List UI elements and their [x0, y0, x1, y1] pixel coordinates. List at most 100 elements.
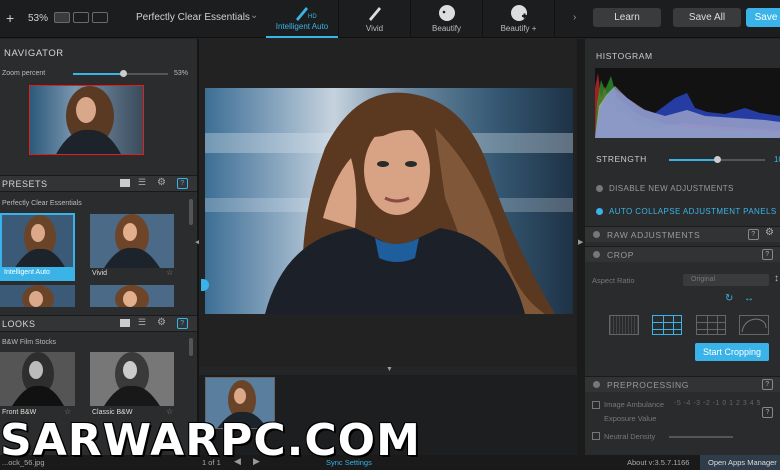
preset-thumbnail[interactable] [90, 285, 174, 307]
zoom-level: 53% [28, 13, 49, 24]
grid-overlay-spiral[interactable] [739, 315, 769, 335]
histogram [595, 68, 780, 138]
open-apps-manager-button[interactable]: Open Apps Manager [700, 455, 780, 470]
portrait-thumbnail [12, 352, 64, 406]
save-button[interactable]: Save [746, 8, 780, 27]
raw-adjustments-header[interactable]: RAW ADJUSTMENTS ? ⚙ [585, 226, 780, 242]
gear-icon[interactable]: ⚙ [765, 227, 775, 238]
help-icon[interactable]: ? [177, 318, 188, 329]
preset-selector[interactable]: Perfectly Clear Essentials [136, 12, 250, 23]
right-divider[interactable] [577, 39, 585, 455]
image-ambulance-checkbox[interactable] [592, 401, 600, 409]
looks-header[interactable]: LOOKS ☰ ⚙ ? [0, 315, 197, 332]
preset-thumbnail-vivid[interactable] [90, 214, 174, 268]
zoom-slider-track[interactable] [73, 70, 168, 77]
looks-group-label: B&W Film Stocks [2, 339, 57, 346]
portrait-thumbnail [56, 86, 121, 154]
grid-overlay-grid[interactable] [696, 315, 726, 335]
disable-new-adjustments[interactable]: DISABLE NEW ADJUSTMENTS [609, 184, 734, 193]
grid-view-icon[interactable] [120, 179, 130, 187]
navigator-preview[interactable] [29, 85, 144, 155]
toggle-dot[interactable] [593, 231, 600, 238]
version-label: About v:3.5.7.1166 [627, 458, 690, 467]
right-panel: HISTOGRAM STRENGTH 10 DISABLE NEW ADJUST… [585, 39, 780, 470]
mode-intelligent-auto[interactable]: HD Intelligent Auto [266, 0, 338, 38]
strength-slider-handle[interactable] [714, 156, 721, 163]
chevron-right-icon[interactable]: › [573, 12, 576, 23]
preset-thumbnail-intelligent-auto[interactable]: Intelligent Auto [0, 213, 75, 281]
toggle-dot[interactable] [593, 381, 600, 388]
auto-collapse-adjustment-panels[interactable]: AUTO COLLAPSE ADJUSTMENT PANELS [609, 207, 777, 216]
add-icon[interactable]: + [6, 10, 14, 26]
neutral-density-checkbox[interactable] [592, 432, 600, 440]
help-icon[interactable]: ? [177, 178, 188, 189]
histogram-title: HISTOGRAM [596, 51, 653, 61]
help-icon[interactable]: ? [762, 249, 773, 260]
split-view-icon[interactable] [73, 12, 89, 23]
portrait-thumbnail [104, 214, 160, 268]
single-view-icon[interactable] [54, 12, 70, 23]
strength-label: STRENGTH [596, 154, 647, 164]
mode-beautify[interactable]: Beautify [410, 0, 482, 38]
toggle-dot[interactable] [593, 251, 600, 258]
learn-button[interactable]: Learn [593, 8, 661, 27]
portrait-thumbnail [115, 285, 149, 307]
aspect-ratio-value: Original [691, 276, 716, 283]
neutral-density-label: Neutral Density [604, 432, 656, 441]
gear-icon[interactable]: ⚙ [157, 317, 166, 328]
radio-dot[interactable] [596, 208, 603, 215]
help-icon[interactable]: ? [762, 379, 773, 390]
mode-label: Intelligent Auto [275, 22, 329, 31]
portrait-thumbnail [22, 285, 54, 307]
collapse-filmstrip-icon[interactable]: ▼ [386, 366, 393, 373]
rotate-icon[interactable]: ↻ [725, 293, 733, 304]
help-icon[interactable]: ? [762, 407, 773, 418]
chevron-down-icon[interactable]: ⌄ [250, 10, 258, 21]
start-cropping-button[interactable]: Start Cropping [695, 343, 769, 361]
crop-title: CROP [607, 250, 634, 260]
list-view-icon[interactable]: ☰ [138, 177, 147, 188]
strength-slider-track[interactable] [669, 156, 765, 163]
zoom-slider-handle[interactable] [120, 70, 128, 77]
face-icon [439, 5, 455, 21]
crop-header[interactable]: CROP ? [585, 246, 780, 262]
left-panel: NAVIGATOR Zoom percent 53% PRESETS ☰ ⚙ ?… [0, 39, 197, 470]
presets-header[interactable]: PRESETS ☰ ⚙ ? [0, 175, 197, 192]
list-view-icon[interactable]: ☰ [138, 317, 147, 328]
portrait-photo [205, 92, 573, 314]
grid-overlay-none[interactable] [609, 315, 639, 335]
open-apps-label: Open Apps Manager [708, 458, 777, 467]
look-thumbnail-front-bw[interactable] [0, 352, 75, 406]
presets-title: PRESETS [2, 179, 48, 189]
neutral-density-slider[interactable] [669, 436, 733, 438]
look-thumbnail-classic-bw[interactable] [90, 352, 174, 406]
portrait-thumbnail [104, 352, 160, 406]
looks-scrollbar[interactable] [189, 338, 193, 356]
help-icon[interactable]: ? [748, 229, 759, 240]
star-icon[interactable]: ☆ [166, 268, 173, 277]
watermark-text: SARWARPC.COM [0, 415, 421, 466]
navigator-section: NAVIGATOR Zoom percent 53% [0, 39, 197, 159]
grid-view-icon[interactable] [120, 319, 130, 327]
mode-label: Vivid [365, 24, 384, 33]
side-by-side-view-icon[interactable] [92, 12, 108, 23]
more-modes-area: › [554, 0, 584, 38]
raw-adjustments-title: RAW ADJUSTMENTS [607, 230, 701, 240]
strength-slider-fill [669, 159, 717, 161]
main-photo[interactable] [205, 88, 573, 314]
preprocessing-header[interactable]: PREPROCESSING ? [585, 376, 780, 392]
mode-beautify-plus[interactable]: Beautify + [482, 0, 554, 38]
radio-dot[interactable] [596, 185, 603, 192]
collapse-right-icon[interactable]: ▶ [578, 238, 583, 246]
gear-icon[interactable]: ⚙ [157, 177, 166, 188]
grid-overlay-thirds[interactable] [652, 315, 682, 335]
save-all-button[interactable]: Save All [673, 8, 741, 27]
spiral-icon [741, 318, 767, 333]
presets-scrollbar[interactable] [189, 199, 193, 225]
preset-thumbnail[interactable] [0, 285, 75, 307]
mode-vivid[interactable]: Vivid [338, 0, 410, 38]
navigator-title: NAVIGATOR [4, 48, 64, 59]
flip-horizontal-icon[interactable]: ↔ [744, 293, 754, 304]
aspect-ratio-select[interactable]: Original [683, 274, 769, 286]
swap-orientation-icon[interactable]: ↕ [774, 273, 779, 284]
